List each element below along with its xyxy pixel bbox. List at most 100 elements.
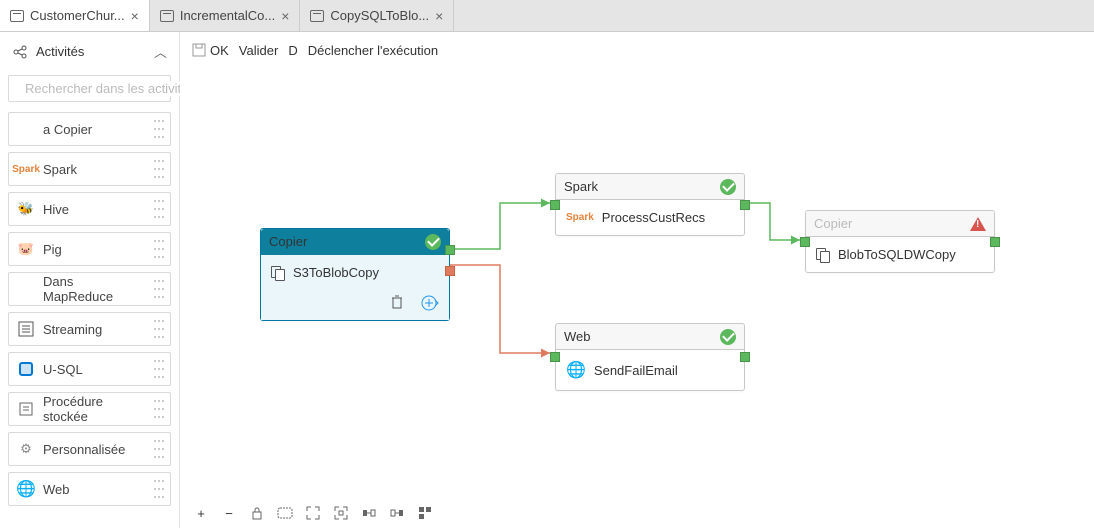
port-success[interactable] bbox=[740, 200, 750, 210]
zoom-in-icon[interactable]: + bbox=[192, 504, 210, 522]
port-success[interactable] bbox=[740, 352, 750, 362]
spark-icon: Spark bbox=[566, 212, 594, 223]
node-type: Copier bbox=[814, 216, 852, 231]
web-icon: 🌐 bbox=[566, 360, 586, 380]
toolbar-label: Valider bbox=[239, 43, 279, 58]
port-in[interactable] bbox=[550, 200, 560, 210]
sidebar-header[interactable]: Activités ︿ bbox=[0, 32, 179, 71]
tab-incrementalcopy[interactable]: IncrementalCo... × bbox=[150, 0, 301, 31]
toolbar-label: Déclencher l'exécution bbox=[308, 43, 438, 58]
activity-list: a Copier Spark Spark 🐝 Hive 🐷Pig Dans MapR… bbox=[0, 112, 179, 506]
activity-streaming[interactable]: Streaming bbox=[8, 312, 171, 346]
pipeline-icon bbox=[310, 10, 324, 22]
activity-storedproc[interactable]: Procédure stockée bbox=[8, 392, 171, 426]
close-icon[interactable]: × bbox=[281, 9, 289, 23]
activity-label: Web bbox=[43, 482, 146, 497]
save-button[interactable]: OK bbox=[192, 43, 229, 58]
chevron-up-icon[interactable]: ︿ bbox=[154, 42, 167, 61]
port-in[interactable] bbox=[550, 352, 560, 362]
activities-sidebar: Activités ︿ a Copier Spark Spark 🐝 Hive 🐷P… bbox=[0, 32, 180, 528]
node-type: Copier bbox=[269, 234, 307, 249]
grip-icon bbox=[154, 240, 164, 258]
activity-label: Hive bbox=[43, 202, 146, 217]
pipeline-canvas[interactable]: Copier S3ToBlobCopy Spark Spark ProcessCu… bbox=[180, 68, 1094, 496]
grip-icon bbox=[154, 320, 164, 338]
search-input[interactable] bbox=[25, 81, 201, 96]
streaming-icon bbox=[17, 320, 35, 338]
validate-button[interactable]: Valider bbox=[239, 43, 279, 58]
activity-spark[interactable]: Spark Spark bbox=[8, 152, 171, 186]
usql-icon bbox=[17, 360, 35, 378]
spark-icon: Spark bbox=[17, 160, 35, 178]
activity-label: Pig bbox=[43, 242, 146, 257]
node-label: S3ToBlobCopy bbox=[293, 265, 379, 280]
copy-icon bbox=[816, 248, 830, 262]
grip-icon bbox=[154, 160, 164, 178]
activity-web[interactable]: 🌐Web bbox=[8, 472, 171, 506]
pipeline-icon bbox=[10, 10, 24, 22]
tab-customerchurn[interactable]: CustomerChur... × bbox=[0, 0, 150, 31]
activity-pig[interactable]: 🐷Pig bbox=[8, 232, 171, 266]
node-processcustrecs[interactable]: Spark Spark ProcessCustRecs bbox=[555, 173, 745, 236]
tab-label: CustomerChur... bbox=[30, 8, 125, 23]
node-label: SendFailEmail bbox=[594, 363, 678, 378]
share-icon bbox=[12, 44, 28, 60]
node-label: ProcessCustRecs bbox=[602, 210, 705, 225]
add-output-icon[interactable] bbox=[421, 294, 439, 312]
storedproc-icon bbox=[17, 400, 35, 418]
activity-hive[interactable]: 🐝 Hive bbox=[8, 192, 171, 226]
sidebar-title: Activités bbox=[36, 44, 84, 59]
tab-label: CopySQLToBlo... bbox=[330, 8, 429, 23]
node-label: BlobToSQLDWCopy bbox=[838, 247, 956, 262]
nav2-icon[interactable] bbox=[388, 504, 406, 522]
activity-label: Streaming bbox=[43, 322, 146, 337]
grip-icon bbox=[154, 440, 164, 458]
node-s3toblobcopy[interactable]: Copier S3ToBlobCopy bbox=[260, 228, 450, 321]
node-type: Web bbox=[564, 329, 591, 344]
grip-icon bbox=[154, 120, 164, 138]
grip-icon bbox=[154, 200, 164, 218]
grip-icon bbox=[154, 360, 164, 378]
trigger-button[interactable]: Déclencher l'exécution bbox=[308, 43, 438, 58]
grip-icon bbox=[154, 280, 164, 298]
lock-icon[interactable] bbox=[248, 504, 266, 522]
pipeline-icon bbox=[160, 10, 174, 22]
code-icon[interactable] bbox=[276, 504, 294, 522]
canvas-toolbar: OK Valider D Déclencher l'exécution bbox=[180, 32, 1094, 68]
activity-custom[interactable]: ⚙Personnalisée bbox=[8, 432, 171, 466]
grip-icon bbox=[154, 480, 164, 498]
port-success[interactable] bbox=[990, 237, 1000, 247]
delete-icon[interactable] bbox=[389, 294, 405, 310]
fullscreen-icon[interactable] bbox=[332, 504, 350, 522]
mapreduce-icon bbox=[17, 280, 35, 298]
copy-icon bbox=[17, 120, 35, 138]
node-sendfailemail[interactable]: Web 🌐 SendFailEmail bbox=[555, 323, 745, 391]
zoom-out-icon[interactable]: − bbox=[220, 504, 238, 522]
activity-mapreduce[interactable]: Dans MapReduce bbox=[8, 272, 171, 306]
port-success[interactable] bbox=[445, 245, 455, 255]
debug-button[interactable]: D bbox=[288, 43, 297, 58]
toolbar-label: OK bbox=[210, 43, 229, 58]
activity-label: Personnalisée bbox=[43, 442, 146, 457]
copy-icon bbox=[271, 266, 285, 280]
status-ok-icon bbox=[425, 234, 441, 250]
search-box[interactable] bbox=[8, 75, 171, 102]
activity-label: Procédure stockée bbox=[43, 394, 146, 424]
node-blobtosqldwcopy[interactable]: Copier BlobToSQLDWCopy bbox=[805, 210, 995, 273]
fit-icon[interactable] bbox=[304, 504, 322, 522]
port-failure[interactable] bbox=[445, 266, 455, 276]
node-type: Spark bbox=[564, 179, 598, 194]
tab-copysqltoblob[interactable]: CopySQLToBlo... × bbox=[300, 0, 454, 31]
close-icon[interactable]: × bbox=[435, 9, 443, 23]
close-icon[interactable]: × bbox=[131, 9, 139, 23]
status-ok-icon bbox=[720, 179, 736, 195]
align-icon[interactable] bbox=[416, 504, 434, 522]
activity-usql[interactable]: U-SQL bbox=[8, 352, 171, 386]
nav1-icon[interactable] bbox=[360, 504, 378, 522]
port-in[interactable] bbox=[800, 237, 810, 247]
hive-icon: 🐝 bbox=[17, 200, 35, 218]
status-ok-icon bbox=[720, 329, 736, 345]
activity-label: Spark bbox=[43, 162, 146, 177]
activity-copy[interactable]: a Copier bbox=[8, 112, 171, 146]
canvas-area: OK Valider D Déclencher l'exécution Copi… bbox=[180, 32, 1094, 528]
